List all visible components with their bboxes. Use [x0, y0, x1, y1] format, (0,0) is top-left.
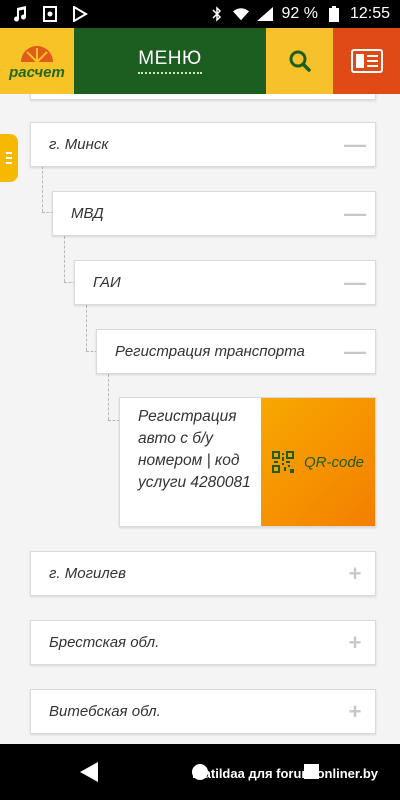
service-card[interactable]: Регистрация авто с б/у номером | код усл…	[119, 397, 376, 527]
menu-label: МЕНЮ	[138, 48, 202, 74]
tree-item-partial[interactable]	[30, 94, 376, 100]
tree-item-label: г. Минск	[49, 136, 109, 153]
tree-item-minsk[interactable]: г. Минск —	[30, 122, 376, 167]
side-drawer-handle[interactable]	[0, 134, 18, 182]
logo-sun-icon	[21, 45, 53, 62]
tree-item-gai[interactable]: ГАИ —	[74, 260, 376, 305]
app-header: расчет МЕНЮ	[0, 28, 400, 94]
tree-connector	[108, 374, 109, 420]
music-note-icon	[12, 6, 28, 22]
id-card-icon	[350, 49, 383, 73]
tree-item-label: Брестская обл.	[49, 634, 160, 651]
navigation-bar: matildaa для forum.onliner.by	[0, 744, 400, 800]
search-button[interactable]	[266, 28, 333, 94]
tree-item-vitebsk[interactable]: Витебская обл. +	[30, 689, 376, 734]
tree-item-registration[interactable]: Регистрация транспорта —	[96, 329, 376, 374]
expand-icon[interactable]: +	[335, 699, 375, 725]
collapse-icon[interactable]: —	[335, 201, 375, 227]
qr-code-label: QR-code	[303, 453, 365, 471]
tree-connector	[86, 305, 87, 351]
battery-percent: 92 %	[281, 5, 318, 22]
wifi-icon	[233, 6, 250, 22]
clock: 12:55	[349, 5, 390, 22]
qr-code-button[interactable]: QR-code	[261, 398, 375, 526]
qr-code-icon	[271, 451, 294, 473]
collapse-icon[interactable]: —	[335, 132, 375, 158]
card-button[interactable]	[333, 28, 400, 94]
battery-icon	[326, 6, 342, 22]
tree-item-label: ГАИ	[93, 274, 121, 291]
tree-item-mogilev[interactable]: г. Могилев +	[30, 551, 376, 596]
expand-icon[interactable]: +	[335, 630, 375, 656]
tree-item-label: г. Могилев	[49, 565, 126, 582]
tree-item-label: Регистрация транспорта	[115, 343, 305, 360]
watermark-text: matildaa для forum.onliner.by	[192, 766, 378, 781]
tree-connector	[64, 236, 65, 282]
bluetooth-icon	[209, 6, 225, 22]
service-description: Регистрация авто с б/у номером | код усл…	[138, 408, 251, 491]
logo-text: расчет	[9, 63, 65, 81]
tree-item-mvd[interactable]: МВД —	[52, 191, 376, 236]
photo-icon	[42, 6, 58, 22]
menu-button[interactable]: МЕНЮ	[74, 28, 266, 94]
search-icon	[289, 50, 311, 72]
tree-item-label: МВД	[71, 205, 104, 222]
collapse-icon[interactable]: —	[335, 339, 375, 365]
tree-item-label: Витебская обл.	[49, 703, 161, 720]
status-bar: 92 % 12:55	[0, 0, 400, 28]
signal-icon	[257, 6, 274, 22]
tree-item-brest[interactable]: Брестская обл. +	[30, 620, 376, 665]
back-icon[interactable]	[80, 762, 98, 787]
collapse-icon[interactable]: —	[335, 270, 375, 296]
expand-icon[interactable]: +	[335, 561, 375, 587]
logo[interactable]: расчет	[0, 28, 74, 94]
tree-connector	[42, 166, 43, 212]
content-area[interactable]: г. Минск — МВД — ГАИ — Регистрация транс…	[0, 94, 400, 744]
play-store-icon	[72, 6, 88, 22]
